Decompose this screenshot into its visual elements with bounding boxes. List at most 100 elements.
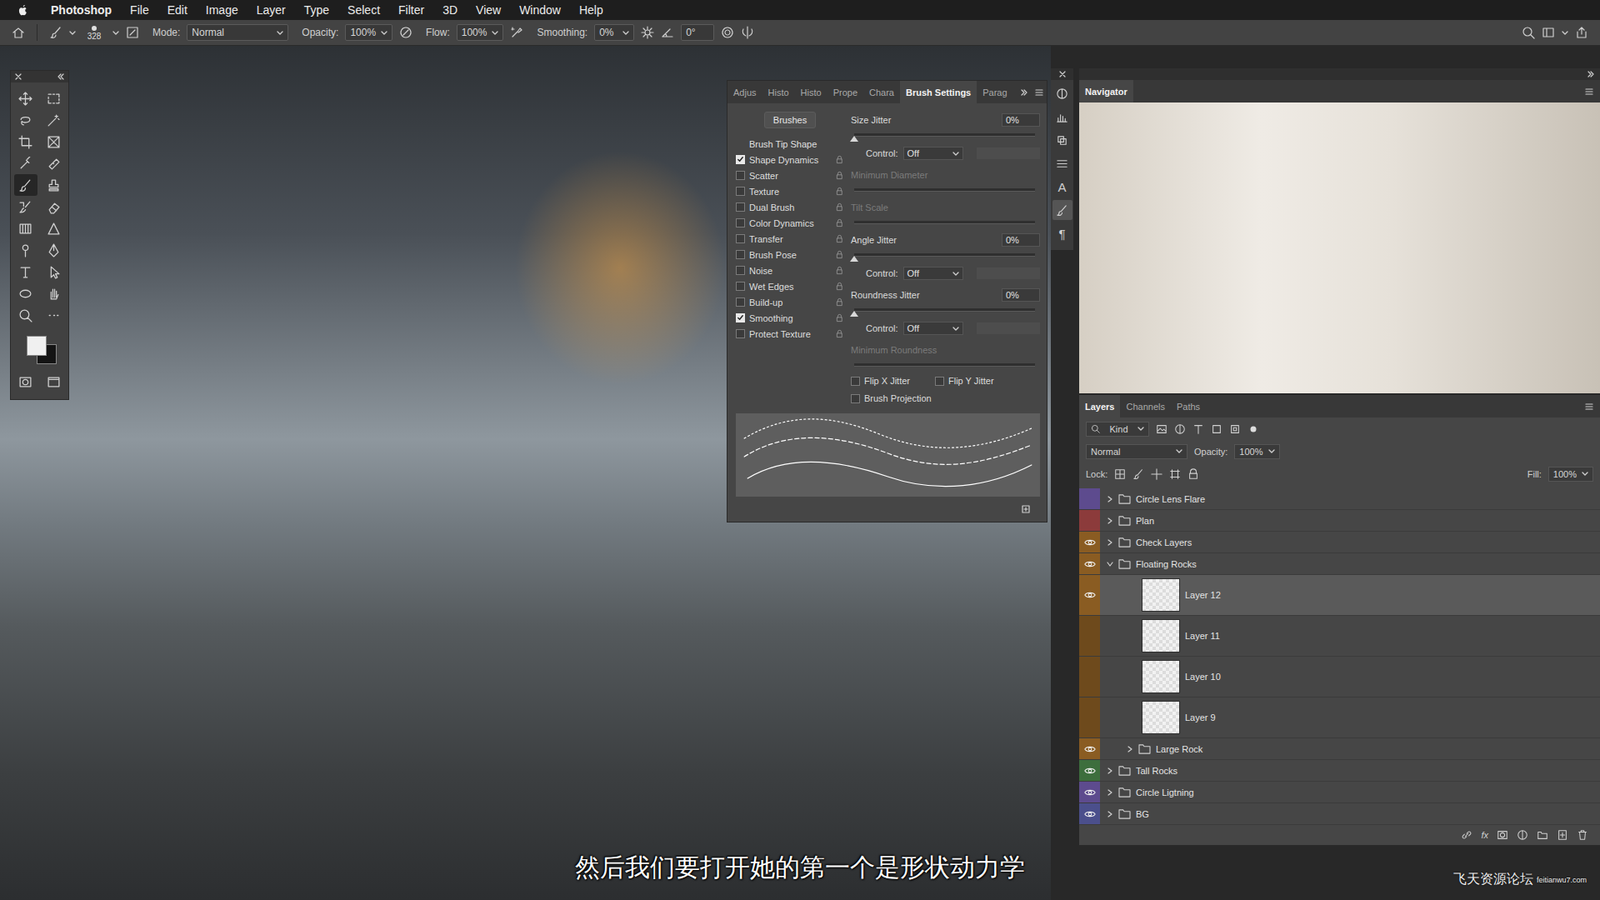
filter-kind-dropdown[interactable]: Kind [1085,421,1150,437]
lock-icon[interactable] [835,218,845,228]
panel-tab[interactable]: Histo [795,80,828,104]
tool-button[interactable] [42,304,66,326]
brush-option[interactable]: Brush Pose [735,246,845,263]
layer-name[interactable]: Circle Ligtning [1135,787,1195,798]
checkbox[interactable] [735,313,745,323]
lock-option-icon[interactable] [1150,468,1163,480]
brushes-button[interactable]: Brushes [764,111,816,129]
layer-name[interactable]: Plan [1135,515,1155,526]
layer-action-icon[interactable] [1576,829,1589,841]
tool-button[interactable] [14,370,38,393]
visibility-toggle[interactable] [1079,575,1100,615]
close-icon[interactable] [1058,70,1067,79]
brush-option[interactable]: Dual Brush [735,199,845,215]
visibility-toggle[interactable] [1079,488,1100,510]
filter-toggle-icon[interactable] [1247,423,1260,435]
apple-logo-icon[interactable] [16,4,30,17]
layer-row[interactable]: Circle Lens Flare [1079,488,1600,510]
menu-item[interactable]: Image [205,3,239,17]
checkbox[interactable] [935,376,945,386]
expand-chevron-icon[interactable] [1106,560,1114,568]
expand-chevron-icon[interactable] [1106,517,1114,525]
slider-thumb[interactable] [850,135,859,142]
checkbox[interactable] [850,394,860,404]
layer-name[interactable]: Circle Lens Flare [1135,494,1205,505]
slider-track[interactable] [854,253,1035,257]
menu-item[interactable]: Help [579,3,604,17]
lock-icon[interactable] [835,250,845,260]
opacity-field[interactable]: 100% [345,24,393,41]
checkbox[interactable] [735,218,745,228]
slider-track[interactable] [854,220,1035,225]
tool-button[interactable] [42,87,66,110]
checkbox[interactable] [735,329,745,339]
layer-name[interactable]: BG [1135,809,1150,820]
tool-button[interactable] [42,109,66,131]
tool-button[interactable] [42,152,66,175]
lock-icon[interactable] [835,202,845,212]
menu-item[interactable]: Window [519,3,561,17]
filter-icon[interactable] [1174,423,1186,435]
layer-name[interactable]: Large Rock [1155,744,1203,755]
share-icon[interactable] [1575,25,1589,40]
angle-field[interactable]: 0° [680,24,715,41]
layer-row[interactable]: Floating Rocks [1079,553,1600,575]
panel-tab[interactable]: Brush Settings [900,80,977,104]
panel-shortcut[interactable]: A [1052,176,1073,197]
brush-tip-shape[interactable]: Brush Tip Shape [735,135,845,152]
gear-icon[interactable] [640,25,655,40]
expand-chevron-icon[interactable] [1126,745,1134,753]
lock-icon[interactable] [835,329,845,339]
navigator-preview[interactable] [1079,102,1600,394]
tool-button[interactable] [42,174,66,196]
pressure-size-icon[interactable] [720,25,735,40]
panel-menu-icon[interactable] [1585,402,1594,411]
tool-button[interactable] [14,239,38,261]
slider-value-field[interactable]: 0% [1001,233,1040,247]
brush-option[interactable]: Smoothing [735,310,845,326]
lock-icon[interactable] [835,313,845,323]
slider-thumb[interactable] [850,310,859,317]
lock-icon[interactable] [835,170,845,180]
control-dropdown[interactable]: Off [903,321,964,335]
panel-shortcut[interactable]: ¶ [1052,223,1073,244]
tool-button[interactable] [14,109,38,131]
tool-button[interactable] [14,304,38,326]
menu-item[interactable]: File [130,3,150,17]
expand-chevron-icon[interactable] [1106,495,1114,503]
brush-option[interactable]: Scatter [735,167,845,184]
control-dropdown[interactable]: Off [903,266,964,280]
pressure-opacity-icon[interactable] [399,25,413,40]
brush-projection-checkbox[interactable]: Brush Projection [850,391,1040,405]
more-tabs-icon[interactable] [1020,88,1029,97]
app-menu[interactable]: Photoshop [50,3,112,17]
foreground-color-swatch[interactable] [26,335,47,356]
visibility-toggle[interactable] [1079,760,1100,781]
layer-row[interactable]: Tall Rocks [1079,760,1600,782]
menu-item[interactable]: Edit [167,3,188,17]
panel-tab[interactable]: Adjus [727,80,763,104]
visibility-toggle[interactable] [1079,553,1100,575]
checkbox[interactable] [735,265,745,275]
brush-option[interactable]: Noise [735,262,845,279]
chevron-icon[interactable] [1561,30,1569,36]
color-swatches[interactable] [21,334,59,363]
visibility-toggle[interactable] [1079,697,1100,738]
menu-item[interactable]: Select [347,3,380,17]
new-brush-icon[interactable] [1021,505,1030,514]
collapse-icon[interactable] [56,72,65,81]
lock-option-icon[interactable] [1187,468,1200,480]
chevron-icon[interactable] [69,30,76,36]
slider-track[interactable] [854,188,1035,192]
layer-row[interactable]: Large Rock [1079,738,1600,760]
layer-action-icon[interactable] [1536,829,1549,841]
menu-item[interactable]: Type [304,3,330,17]
checkbox[interactable] [735,170,745,180]
tool-button[interactable] [42,370,66,393]
mode-dropdown[interactable]: Normal [186,24,289,41]
layer-row[interactable]: Circle Ligtning [1079,781,1600,804]
panel-shortcut[interactable] [1052,130,1073,150]
checkbox[interactable] [735,186,745,196]
layer-name[interactable]: Layer 12 [1185,590,1221,600]
layer-row[interactable]: Layer 12 [1079,575,1600,616]
